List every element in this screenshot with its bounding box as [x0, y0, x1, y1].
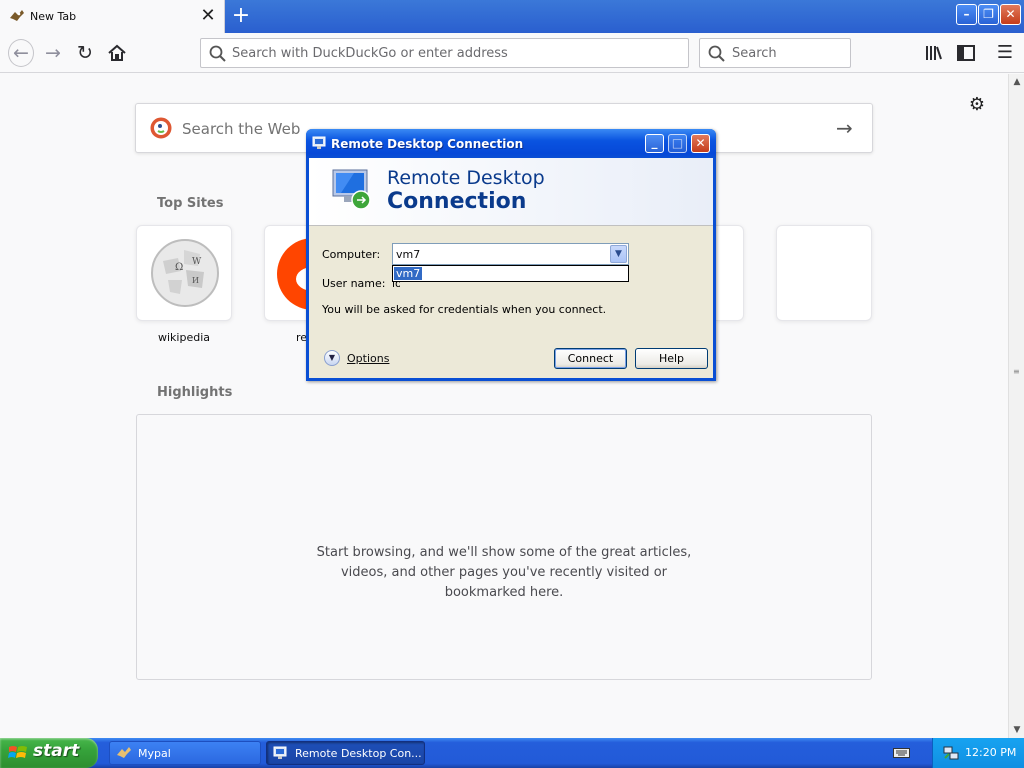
dialog-minimize-button[interactable]: _ [645, 134, 664, 153]
taskbar-item-mypal[interactable]: Mypal [109, 741, 261, 765]
mypal-app-icon [117, 747, 131, 758]
computer-value: vm7 [396, 248, 421, 261]
search-submit-arrow-icon[interactable]: → [836, 116, 853, 140]
options-label: Options [347, 352, 390, 365]
navigation-toolbar: ← → ↻ Search with DuckDuckGo or enter ad… [0, 33, 1024, 73]
credentials-note: You will be asked for credentials when y… [322, 303, 607, 316]
top-sites-heading: Top Sites [157, 196, 224, 211]
highlights-message-line: bookmarked here. [444, 585, 564, 600]
reload-icon[interactable]: ↻ [73, 41, 97, 65]
svg-text:W: W [192, 257, 202, 267]
window-restore-button[interactable]: ❐ [978, 4, 999, 25]
start-button[interactable]: start [0, 738, 98, 768]
network-icon[interactable] [943, 745, 959, 761]
wikipedia-globe-icon: Ω W И [151, 239, 219, 307]
forward-arrow-icon[interactable]: → [41, 41, 65, 65]
computer-combobox[interactable]: vm7 ▼ [392, 243, 629, 265]
window-close-button[interactable]: ✕ [1000, 4, 1021, 25]
scrollbar-grip[interactable]: ≡ [1013, 368, 1021, 376]
search-icon [708, 45, 725, 62]
customize-gear-icon[interactable]: ⚙ [967, 95, 987, 115]
start-label: start [33, 741, 80, 761]
highlights-empty-message: Start browsing, and we'll show some of t… [137, 543, 871, 603]
connect-button[interactable]: Connect [554, 348, 627, 369]
scroll-up-icon[interactable]: ▲ [1011, 76, 1023, 88]
clock[interactable]: 12:20 PM [965, 746, 1016, 759]
windows-taskbar: start Mypal Remote Desktop Con... 12:20 … [0, 738, 1024, 768]
web-search-placeholder: Search the Web [182, 120, 301, 138]
window-minimize-button[interactable]: – [956, 4, 977, 25]
url-bar-placeholder: Search with DuckDuckGo or enter address [232, 46, 508, 61]
tab-new-tab[interactable]: New Tab ✕ [0, 0, 225, 33]
svg-text:Ω: Ω [175, 262, 183, 273]
tab-close-icon[interactable]: ✕ [199, 6, 217, 26]
system-tray: 12:20 PM [932, 738, 1024, 768]
mypal-favicon-icon [10, 10, 24, 21]
taskbar-item-remote-desktop[interactable]: Remote Desktop Con... [266, 741, 425, 765]
chevron-down-icon[interactable]: ▼ [610, 245, 627, 263]
remote-desktop-monitor-icon [332, 169, 371, 210]
search-bar-placeholder: Search [732, 46, 777, 61]
dialog-titlebar[interactable]: Remote Desktop Connection _ □ ✕ [306, 129, 716, 158]
windows-logo-icon [8, 746, 27, 758]
taskbar-item-label: Mypal [138, 747, 171, 760]
duckduckgo-logo-icon [149, 116, 173, 140]
computer-label: Computer: [322, 248, 381, 261]
banner-title-line2: Connection [387, 189, 527, 214]
remote-desktop-dialog: Remote Desktop Connection _ □ ✕ Remote D… [306, 129, 716, 381]
keyboard-icon[interactable] [893, 746, 910, 759]
home-icon[interactable] [107, 44, 127, 62]
dialog-maximize-button: □ [668, 134, 687, 153]
new-tab-button[interactable]: + [230, 4, 252, 28]
back-arrow-icon[interactable]: ← [8, 39, 34, 67]
top-site-tile-reddit[interactable] [264, 225, 312, 321]
svg-text:И: И [192, 276, 199, 285]
computer-dropdown-list[interactable]: vm7 [392, 265, 629, 282]
highlights-heading: Highlights [157, 385, 233, 400]
dialog-close-button[interactable]: ✕ [691, 134, 710, 153]
help-button[interactable]: Help [635, 348, 708, 369]
chevron-down-icon[interactable]: ▼ [324, 350, 340, 366]
highlights-message-line: Start browsing, and we'll show some of t… [316, 545, 692, 560]
scroll-down-icon[interactable]: ▼ [1011, 724, 1023, 736]
page-scrollbar[interactable]: ▲ ≡ ▼ [1008, 74, 1024, 738]
top-site-label: wikipedia [157, 331, 210, 344]
highlights-empty-box: Start browsing, and we'll show some of t… [136, 414, 872, 680]
library-icon[interactable] [925, 45, 943, 61]
search-icon [209, 45, 226, 62]
sidebar-icon[interactable] [957, 45, 975, 61]
menu-hamburger-icon[interactable]: ☰ [993, 41, 1017, 65]
url-bar[interactable]: Search with DuckDuckGo or enter address [200, 38, 689, 68]
highlights-message-line: videos, and other pages you've recently … [340, 565, 667, 580]
tab-title: New Tab [30, 10, 77, 23]
top-site-tile-empty[interactable] [716, 225, 744, 321]
top-site-tile-wikipedia[interactable]: Ω W И [136, 225, 232, 321]
dropdown-option-selected[interactable]: vm7 [394, 267, 423, 280]
top-site-tile-empty[interactable] [776, 225, 872, 321]
browser-tab-strip: New Tab ✕ + – ❐ ✕ [0, 0, 1024, 33]
banner-title-line1: Remote Desktop [387, 167, 545, 189]
taskbar-item-label: Remote Desktop Con... [295, 747, 422, 760]
dialog-banner: Remote Desktop Connection [309, 158, 713, 226]
rdp-app-icon [312, 136, 326, 149]
username-label: User name: [322, 277, 386, 290]
dialog-title: Remote Desktop Connection [331, 137, 524, 151]
search-bar[interactable]: Search [699, 38, 851, 68]
rdp-app-icon [273, 746, 287, 759]
